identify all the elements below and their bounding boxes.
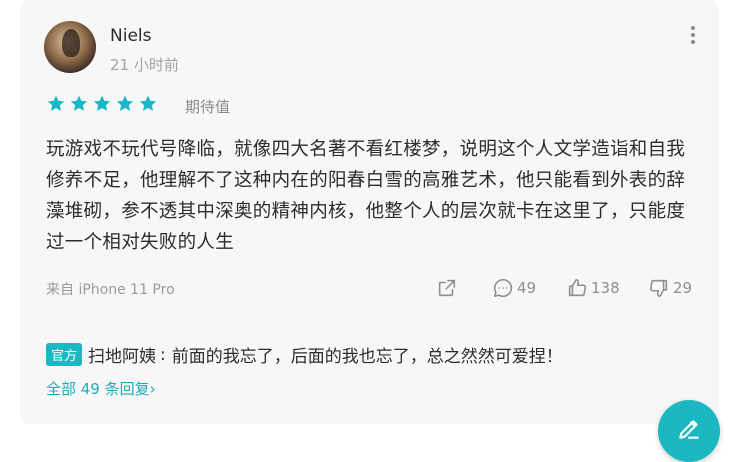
comment-time: 21 小时前 bbox=[110, 56, 179, 74]
all-replies-label: 全部 49 条回复 bbox=[46, 380, 150, 398]
reply-button[interactable]: 49 bbox=[492, 275, 536, 301]
avatar[interactable] bbox=[44, 21, 96, 73]
official-reply[interactable]: 官方 扫地阿姨 : 前面的我忘了，后面的我也忘了，总之然然可爱捏！ bbox=[46, 342, 563, 367]
like-button[interactable]: 138 bbox=[566, 275, 620, 301]
star-icon bbox=[116, 95, 134, 111]
dislike-button[interactable]: 29 bbox=[648, 275, 692, 301]
all-replies-link[interactable]: 全部 49 条回复› bbox=[46, 378, 156, 399]
dislike-count: 29 bbox=[673, 279, 693, 297]
share-button[interactable] bbox=[436, 275, 461, 301]
rating-label: 期待值 bbox=[185, 98, 231, 116]
comment-icon bbox=[493, 278, 513, 298]
chevron-right-icon: › bbox=[149, 380, 156, 398]
star-icon bbox=[47, 95, 65, 111]
thumbs-up-icon bbox=[568, 278, 587, 297]
thumbs-down-icon bbox=[649, 279, 668, 298]
pencil-icon bbox=[679, 420, 699, 439]
reply-author[interactable]: 扫地阿姨 bbox=[88, 342, 156, 367]
official-badge: 官方 bbox=[46, 343, 83, 366]
like-count: 138 bbox=[591, 279, 620, 297]
star-icon bbox=[139, 95, 157, 111]
more-options-icon[interactable] bbox=[688, 26, 698, 46]
comment-text[interactable]: 玩游戏不玩代号降临，就像四大名著不看红楼梦，说明这个人文学造诣和自我修养不足，他… bbox=[46, 134, 696, 258]
author-name[interactable]: Niels bbox=[110, 26, 151, 46]
comment-actions: 49 138 29 bbox=[436, 275, 706, 301]
write-comment-button[interactable] bbox=[658, 400, 720, 462]
reply-separator: : bbox=[160, 344, 166, 365]
rating-stars bbox=[46, 94, 158, 114]
reply-text: 前面的我忘了，后面的我也忘了，总之然然可爱捏！ bbox=[171, 347, 563, 367]
star-icon bbox=[93, 95, 111, 111]
reply-count: 49 bbox=[517, 279, 537, 297]
share-icon bbox=[438, 279, 456, 297]
star-icon bbox=[70, 95, 88, 111]
device-label: 来自 iPhone 11 Pro bbox=[46, 282, 175, 298]
